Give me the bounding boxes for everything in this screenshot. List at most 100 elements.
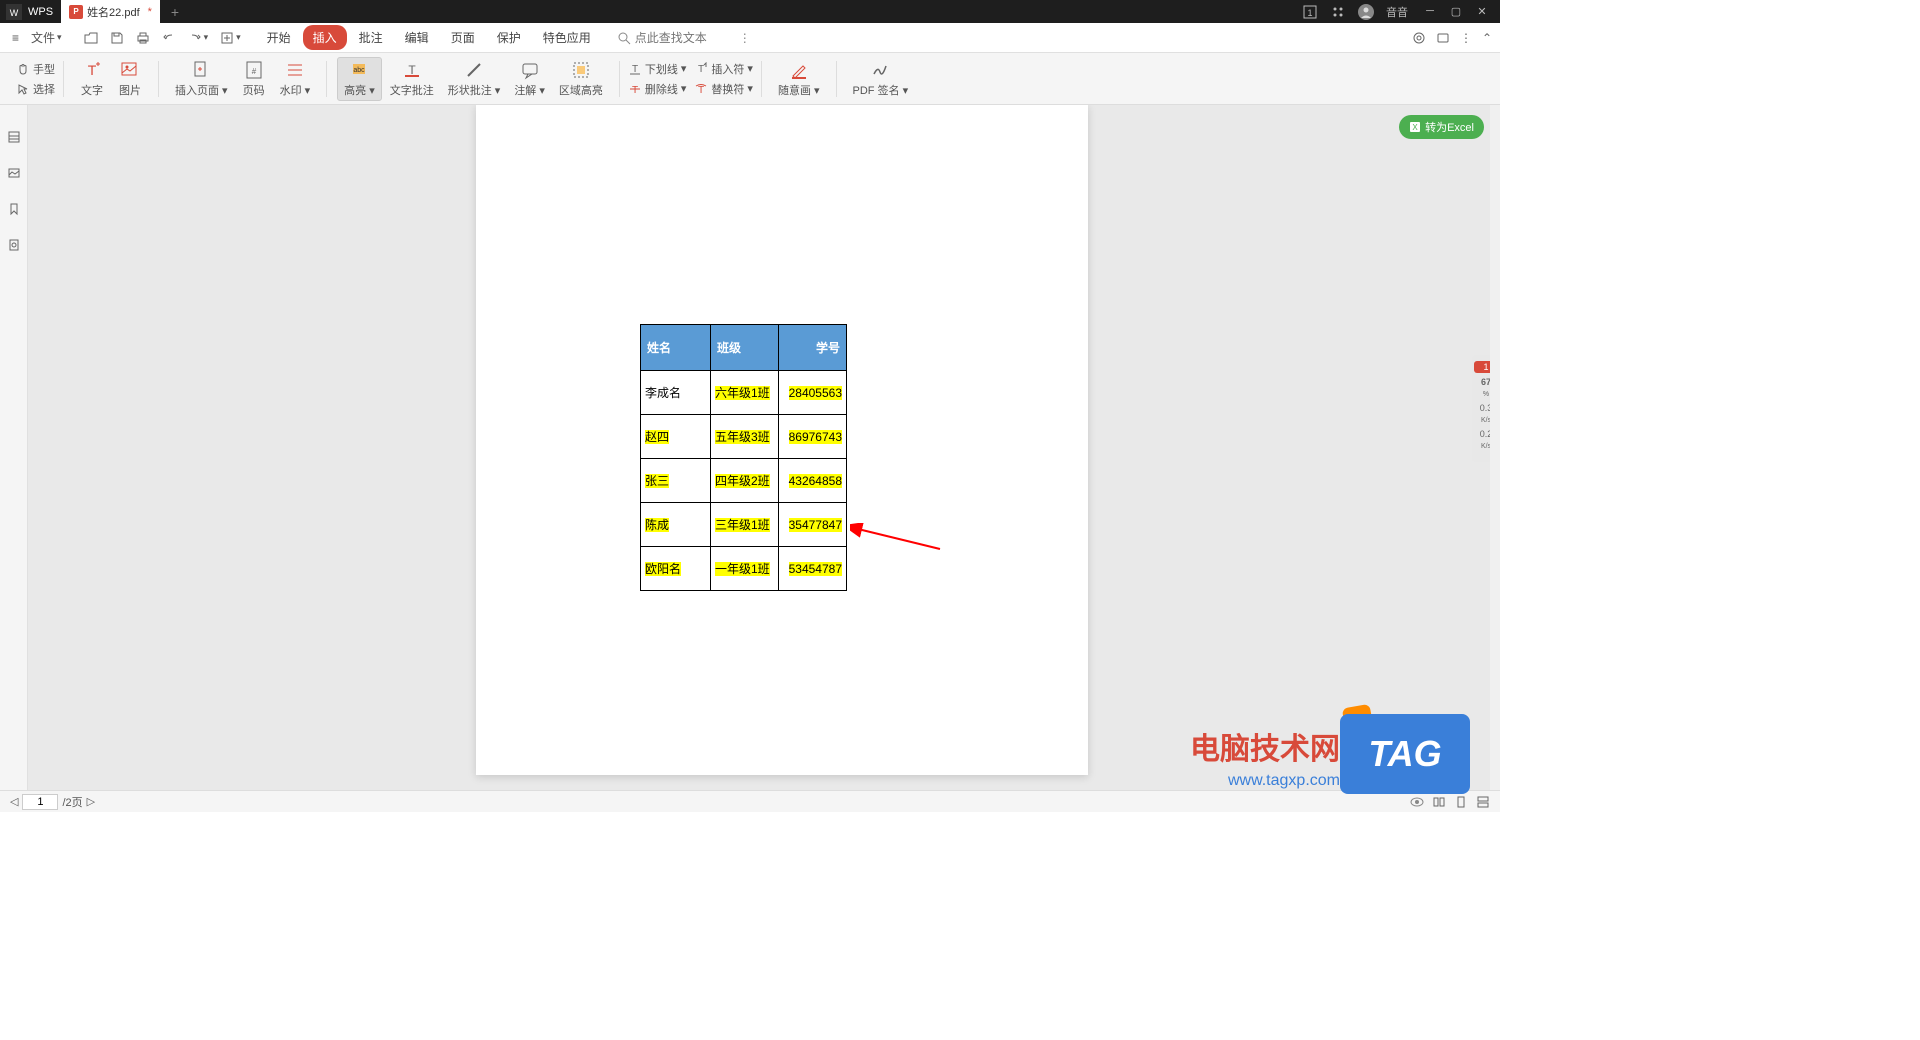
svg-text:#: # xyxy=(251,67,256,76)
table-row: 赵四五年级3班86976743 xyxy=(641,415,847,459)
watermark-tag: TAG xyxy=(1340,714,1470,794)
svg-text:W: W xyxy=(10,8,19,18)
menu-bar: ≡ 文件 ▾ ▾ ▾ 开始 插入 批注 编辑 页面 保护 特色应用 ⋮ ⋮ ⌃ xyxy=(0,23,1500,53)
next-page-button[interactable]: ▷ xyxy=(87,795,95,808)
hand-tool[interactable]: 手型 xyxy=(12,60,59,78)
eye-icon[interactable] xyxy=(1410,795,1424,809)
window-controls: ─ ▢ ✕ xyxy=(1420,5,1492,18)
search-icon xyxy=(617,31,631,45)
table-row: 李成名六年级1班28405563 xyxy=(641,371,847,415)
statusbar-right xyxy=(1410,795,1490,809)
svg-text:T: T xyxy=(698,64,704,75)
header-id: 学号 xyxy=(779,325,847,371)
table-row: 欧阳名一年级1班53454787 xyxy=(641,547,847,591)
page-number-button[interactable]: #页码 xyxy=(236,58,272,100)
save-icon[interactable] xyxy=(106,29,128,47)
title-bar: W WPS P 姓名22.pdf * + 1 音音 ─ ▢ ✕ xyxy=(0,0,1500,23)
page-input[interactable] xyxy=(22,794,58,810)
bookmark-icon[interactable] xyxy=(6,201,22,217)
maximize-button[interactable]: ▢ xyxy=(1446,5,1466,18)
status-bar: ◁ /2页 ▷ xyxy=(0,790,1500,812)
tab-protect[interactable]: 保护 xyxy=(487,25,531,50)
document-canvas[interactable]: 姓名 班级 学号 李成名六年级1班28405563 赵四五年级3班8697674… xyxy=(28,105,1500,790)
insert-symbol-button[interactable]: T插入符 ▾ xyxy=(690,60,757,78)
insert-page-button[interactable]: 插入页面 ▾ xyxy=(169,58,234,100)
tab-annotate[interactable]: 批注 xyxy=(349,25,393,50)
quickbar-right: ⋮ ⌃ xyxy=(1412,31,1492,45)
convert-to-excel-button[interactable]: X 转为Excel xyxy=(1399,115,1484,139)
pdf-sign-button[interactable]: PDF 签名 ▾ xyxy=(847,58,915,100)
ribbon-toolbar: 手型 选择 T文字 图片 插入页面 ▾ #页码 水印 ▾ abc高亮 ▾ T文字… xyxy=(0,53,1500,105)
watermark-button[interactable]: 水印 ▾ xyxy=(274,58,317,100)
annotation-button[interactable]: 注解 ▾ xyxy=(508,57,551,101)
badge-icon[interactable]: 1 xyxy=(1302,4,1318,20)
skin-icon[interactable] xyxy=(1436,31,1450,45)
vertical-scrollbar[interactable] xyxy=(1490,105,1500,790)
shape-annotation-button[interactable]: 形状批注 ▾ xyxy=(442,57,507,101)
svg-text:T: T xyxy=(408,63,416,77)
text-annotation-button[interactable]: T文字批注 xyxy=(384,57,440,101)
tab-title: 姓名22.pdf xyxy=(87,4,140,20)
layout-icon[interactable] xyxy=(1432,795,1446,809)
tab-insert[interactable]: 插入 xyxy=(303,25,347,50)
svg-text:abc: abc xyxy=(354,67,366,74)
strikethrough-button[interactable]: T删除线 ▾ xyxy=(624,80,691,98)
watermark-url: www.tagxp.com xyxy=(1228,772,1340,790)
watermark-text: 电脑技术网 xyxy=(1190,724,1340,768)
document-tab[interactable]: P 姓名22.pdf * xyxy=(61,0,160,23)
pdf-icon: P xyxy=(69,5,83,19)
settings-icon[interactable] xyxy=(1412,31,1426,45)
dirty-indicator: * xyxy=(148,6,152,18)
svg-text:T: T xyxy=(698,85,704,96)
menu-icon[interactable]: ≡ xyxy=(8,29,23,47)
wps-logo-icon[interactable]: W xyxy=(4,2,24,22)
svg-text:T: T xyxy=(632,64,638,75)
page-navigation: ◁ /2页 ▷ xyxy=(10,794,95,810)
collapse-icon[interactable]: ⌃ xyxy=(1482,31,1492,45)
print-icon[interactable] xyxy=(132,29,154,47)
left-sidebar xyxy=(0,105,28,790)
single-page-icon[interactable] xyxy=(1454,795,1468,809)
titlebar-right: 1 音音 ─ ▢ ✕ xyxy=(1302,4,1500,20)
open-icon[interactable] xyxy=(80,29,102,47)
continuous-icon[interactable] xyxy=(1476,795,1490,809)
close-button[interactable]: ✕ xyxy=(1472,5,1492,18)
text-button[interactable]: T文字 xyxy=(74,58,110,100)
export-icon[interactable]: ▾ xyxy=(216,29,245,47)
more-icon[interactable]: ⋮ xyxy=(1460,31,1472,45)
tab-special[interactable]: 特色应用 xyxy=(533,25,601,50)
ribbon-tabs: 开始 插入 批注 编辑 页面 保护 特色应用 xyxy=(257,25,601,50)
pdf-page: 姓名 班级 学号 李成名六年级1班28405563 赵四五年级3班8697674… xyxy=(476,105,1088,775)
tab-start[interactable]: 开始 xyxy=(257,25,301,50)
undo-icon[interactable] xyxy=(158,29,180,47)
search-box[interactable]: ⋮ xyxy=(617,31,751,45)
minimize-button[interactable]: ─ xyxy=(1420,5,1440,18)
file-menu[interactable]: 文件 ▾ xyxy=(27,27,66,48)
highlight-button[interactable]: abc高亮 ▾ xyxy=(337,57,382,101)
search-input[interactable] xyxy=(635,31,735,45)
svg-text:T: T xyxy=(632,85,638,96)
page-total: /2页 xyxy=(62,794,82,810)
titlebar-left: W WPS P 姓名22.pdf * + xyxy=(0,0,190,23)
svg-text:T: T xyxy=(88,62,97,78)
image-button[interactable]: 图片 xyxy=(112,58,148,100)
replace-symbol-button[interactable]: T替换符 ▾ xyxy=(690,80,757,98)
prev-page-button[interactable]: ◁ xyxy=(10,795,18,808)
tab-page[interactable]: 页面 xyxy=(441,25,485,50)
user-name[interactable]: 音音 xyxy=(1386,4,1408,20)
area-highlight-button[interactable]: 区域高亮 xyxy=(553,57,609,101)
table-row: 陈成三年级1班35477847 xyxy=(641,503,847,547)
freehand-button[interactable]: 随意画 ▾ xyxy=(772,58,826,100)
picture-icon[interactable] xyxy=(6,165,22,181)
redo-icon[interactable]: ▾ xyxy=(184,29,213,47)
table-row: 张三四年级2班43264858 xyxy=(641,459,847,503)
select-tool[interactable]: 选择 xyxy=(12,80,59,98)
tab-edit[interactable]: 编辑 xyxy=(395,25,439,50)
user-avatar-icon[interactable] xyxy=(1358,4,1374,20)
attachment-icon[interactable] xyxy=(6,237,22,253)
underline-button[interactable]: T下划线 ▾ xyxy=(624,60,691,78)
new-tab-button[interactable]: + xyxy=(160,4,190,20)
header-class: 班级 xyxy=(711,325,779,371)
apps-icon[interactable] xyxy=(1330,4,1346,20)
thumbnails-icon[interactable] xyxy=(6,129,22,145)
